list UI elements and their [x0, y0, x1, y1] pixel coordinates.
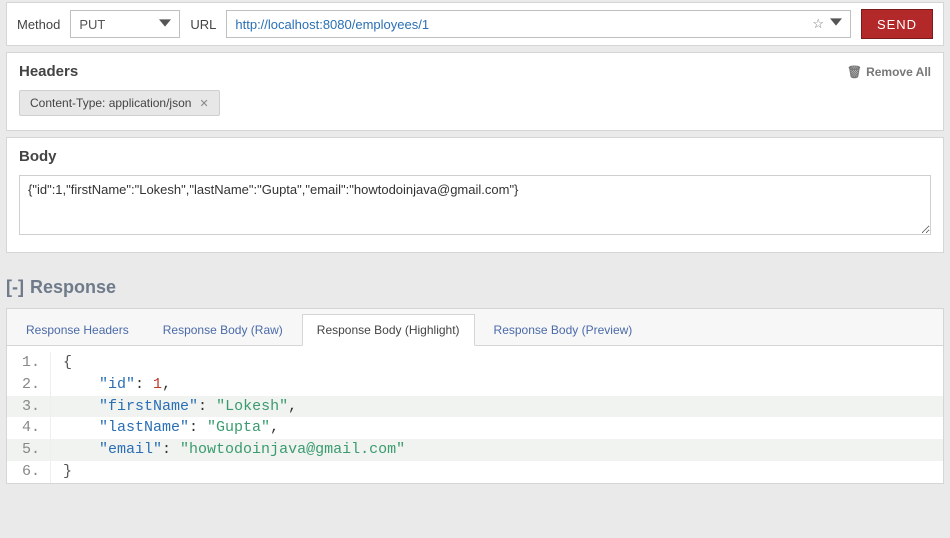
- code-content: }: [63, 461, 72, 483]
- star-icon[interactable]: ☆: [812, 16, 824, 32]
- line-number: 6.: [7, 461, 51, 483]
- body-panel: Body: [6, 137, 944, 253]
- url-label: URL: [190, 17, 216, 32]
- remove-all-headers[interactable]: 🗑 Remove All: [847, 65, 931, 79]
- line-number: 3.: [7, 396, 51, 418]
- method-value: PUT: [79, 17, 105, 32]
- header-chip[interactable]: Content-Type: application/json ✕: [19, 90, 220, 116]
- code-line: 4. "lastName": "Gupta",: [7, 417, 943, 439]
- response-body-highlight: 1.{2. "id": 1,3. "firstName": "Lokesh",4…: [6, 346, 944, 484]
- code-line: 3. "firstName": "Lokesh",: [7, 396, 943, 418]
- header-chip-text: Content-Type: application/json: [30, 96, 191, 110]
- headers-title: Headers: [19, 63, 78, 80]
- code-line: 5. "email": "howtodoinjava@gmail.com": [7, 439, 943, 461]
- code-content: {: [63, 352, 72, 374]
- history-chevron-icon[interactable]: [830, 16, 842, 32]
- code-line: 6.}: [7, 461, 943, 483]
- code-line: 2. "id": 1,: [7, 374, 943, 396]
- tab-response-2[interactable]: Response Body (Highlight): [302, 314, 475, 346]
- send-button[interactable]: SEND: [861, 9, 933, 39]
- code-line: 1. {: [7, 352, 943, 374]
- response-collapse-toggle[interactable]: [-]: [6, 277, 24, 298]
- url-field-wrap: ☆: [226, 10, 851, 38]
- line-number: 5.: [7, 439, 51, 461]
- headers-list: Content-Type: application/json ✕: [19, 90, 931, 116]
- method-dropdown[interactable]: PUT: [70, 10, 180, 38]
- response-header: [-] Response: [6, 277, 944, 298]
- url-input[interactable]: [227, 17, 804, 32]
- headers-panel: Headers 🗑 Remove All Content-Type: appli…: [6, 52, 944, 131]
- code-content: "email": "howtodoinjava@gmail.com": [63, 439, 405, 461]
- code-content: "lastName": "Gupta",: [63, 417, 279, 439]
- line-number: 2.: [7, 374, 51, 396]
- chevron-down-icon: [159, 17, 171, 32]
- line-number: 1.: [7, 352, 51, 374]
- tab-response-1[interactable]: Response Body (Raw): [148, 314, 298, 346]
- response-title: Response: [30, 277, 116, 298]
- code-content: "id": 1,: [63, 374, 171, 396]
- method-label: Method: [17, 17, 60, 32]
- response-tab-bar: Response HeadersResponse Body (Raw)Respo…: [6, 308, 944, 346]
- body-title: Body: [19, 148, 57, 165]
- trash-icon: 🗑: [847, 65, 862, 79]
- code-content: "firstName": "Lokesh",: [63, 396, 297, 418]
- tab-response-3[interactable]: Response Body (Preview): [479, 314, 648, 346]
- tab-response-0[interactable]: Response Headers: [11, 314, 144, 346]
- request-bar: Method PUT URL ☆ SEND: [6, 2, 944, 46]
- close-icon[interactable]: ✕: [199, 97, 208, 110]
- line-number: 4.: [7, 417, 51, 439]
- body-textarea[interactable]: [19, 175, 931, 235]
